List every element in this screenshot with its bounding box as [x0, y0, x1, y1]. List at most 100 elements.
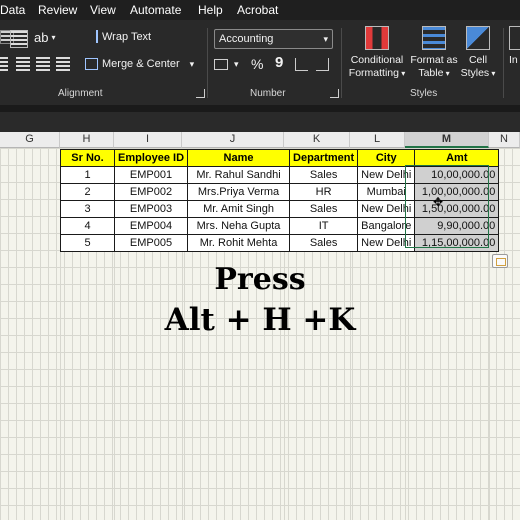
accounting-icon [214, 59, 228, 70]
header-department[interactable]: Department [289, 149, 359, 167]
cell-employee-id[interactable]: EMP005 [113, 234, 189, 252]
cell-amt[interactable]: 1,15,00,000.00 [414, 234, 500, 252]
cell-name[interactable]: Mr. Rahul Sandhi [187, 166, 291, 184]
cell-department[interactable]: Sales [289, 234, 359, 252]
menu-automate[interactable]: Automate [130, 2, 181, 18]
header-city[interactable]: City [357, 149, 416, 167]
wrap-text-icon [85, 30, 98, 43]
column-header-i[interactable]: I [114, 132, 182, 148]
alignment-launcher-icon[interactable] [196, 89, 205, 98]
quick-analysis-button[interactable] [492, 254, 508, 268]
cell-city[interactable]: New Delhi [357, 234, 416, 252]
cell-sr-no[interactable]: 1 [60, 166, 115, 184]
move-cursor-icon: ✥ [433, 195, 444, 209]
header-amt[interactable]: Amt [414, 149, 500, 167]
menu-review[interactable]: Review [38, 2, 77, 18]
cell-name[interactable]: Mr. Amit Singh [187, 200, 291, 218]
cell-city[interactable]: Mumbai [357, 183, 416, 201]
header-sr-no[interactable]: Sr No. [60, 149, 115, 167]
format-as-table-label-1: Format as [410, 54, 458, 66]
alignment-group-label: Alignment [58, 88, 103, 99]
cell-amt[interactable]: 10,00,000.00 [414, 166, 500, 184]
cell-styles-label-1: Cell [468, 54, 488, 66]
cell-sr-no[interactable]: 2 [60, 183, 115, 201]
decrease-indent-button[interactable] [16, 57, 30, 71]
number-launcher-icon[interactable] [330, 89, 339, 98]
menu-acrobat[interactable]: Acrobat [237, 2, 278, 18]
table-row: 5 EMP005 Mr. Rohit Mehta Sales New Delhi… [60, 234, 500, 252]
decrease-decimal-icon [316, 58, 329, 71]
cell-employee-id[interactable]: EMP002 [113, 183, 189, 201]
merge-center-label: Merge & Center [102, 58, 180, 70]
cell-city[interactable]: New Delhi [357, 166, 416, 184]
column-header-g[interactable]: G [0, 132, 60, 148]
cell-department[interactable]: Sales [289, 166, 359, 184]
orientation-button[interactable]: ab ▾ [34, 30, 55, 45]
merge-cells-icon [85, 58, 98, 70]
insert-button[interactable]: In [509, 26, 520, 67]
menu-view[interactable]: View [90, 2, 116, 18]
group-divider [503, 28, 504, 98]
cell-sr-no[interactable]: 3 [60, 200, 115, 218]
insert-icon [509, 26, 520, 50]
indent-left-button[interactable] [0, 57, 8, 71]
increase-indent-button-2[interactable] [56, 57, 70, 71]
cell-styles-icon [466, 26, 490, 50]
cell-department[interactable]: IT [289, 217, 359, 235]
cell-name[interactable]: Mrs.Priya Verma [187, 183, 291, 201]
cell-employee-id[interactable]: EMP004 [113, 217, 189, 235]
cell-city[interactable]: Bangalore [357, 217, 416, 235]
cell-name[interactable]: Mrs. Neha Gupta [187, 217, 291, 235]
format-as-table-button[interactable]: Format as Table ▾ [409, 26, 459, 80]
chevron-down-icon[interactable]: ▾ [190, 59, 195, 70]
cell-department[interactable]: Sales [289, 200, 359, 218]
column-header-l[interactable]: L [350, 132, 405, 148]
increase-indent-button[interactable] [36, 57, 50, 71]
column-header-j[interactable]: J [182, 132, 284, 148]
quick-analysis-icon [496, 258, 506, 266]
orientation-icon: ab [34, 30, 49, 45]
table-row: 1 EMP001 Mr. Rahul Sandhi Sales New Delh… [60, 166, 500, 184]
cell-styles-button[interactable]: Cell Styles ▾ [458, 26, 498, 80]
conditional-formatting-label-2: Formatting [348, 67, 399, 79]
cell-name[interactable]: Mr. Rohit Mehta [187, 234, 291, 252]
conditional-formatting-button[interactable]: Conditional Formatting ▾ [346, 26, 408, 80]
cell-city[interactable]: New Delhi [357, 200, 416, 218]
cell-amt[interactable]: 1,00,00,000.00 [414, 183, 500, 201]
cell-sr-no[interactable]: 4 [60, 217, 115, 235]
indent-icon [36, 57, 50, 71]
cell-employee-id[interactable]: EMP003 [113, 200, 189, 218]
percent-style-button[interactable]: % [251, 56, 263, 72]
increase-decimal-button[interactable] [295, 58, 308, 71]
increase-decimal-icon [295, 58, 308, 71]
number-group-label: Number [250, 88, 286, 99]
header-name[interactable]: Name [187, 149, 291, 167]
formula-bar[interactable] [0, 112, 520, 132]
decrease-decimal-button[interactable] [316, 58, 329, 71]
chevron-down-icon: ▾ [234, 59, 239, 69]
cell-styles-label-2: Styles [460, 67, 490, 79]
right-align-button[interactable] [10, 30, 28, 48]
cell-amt[interactable]: 1,50,00,000.00 [414, 200, 500, 218]
header-employee-id[interactable]: Employee ID [113, 149, 189, 167]
column-header-n[interactable]: N [489, 132, 520, 148]
cell-sr-no[interactable]: 5 [60, 234, 115, 252]
cell-employee-id[interactable]: EMP001 [113, 166, 189, 184]
percent-icon: % [251, 56, 264, 72]
menu-data[interactable]: Data [0, 2, 25, 18]
group-divider [207, 28, 208, 98]
column-header-k[interactable]: K [284, 132, 350, 148]
number-format-select[interactable]: Accounting ▾ [214, 29, 333, 49]
comma-style-button[interactable]: 9 [275, 54, 283, 71]
cell-amt[interactable]: 9,90,000.00 [414, 217, 500, 235]
column-header-m[interactable]: M [405, 132, 489, 148]
caption-line-2: Alt + H +K [164, 302, 356, 338]
accounting-format-button[interactable]: ▾ [214, 59, 239, 70]
merge-center-button[interactable]: Merge & Center ▾ [85, 58, 194, 70]
format-as-table-label-2: Table [418, 67, 444, 79]
wrap-text-button[interactable]: Wrap Text [85, 30, 151, 43]
cell-department[interactable]: HR [289, 183, 359, 201]
column-header-h[interactable]: H [60, 132, 114, 148]
menu-help[interactable]: Help [198, 2, 223, 18]
conditional-formatting-icon [365, 26, 389, 50]
